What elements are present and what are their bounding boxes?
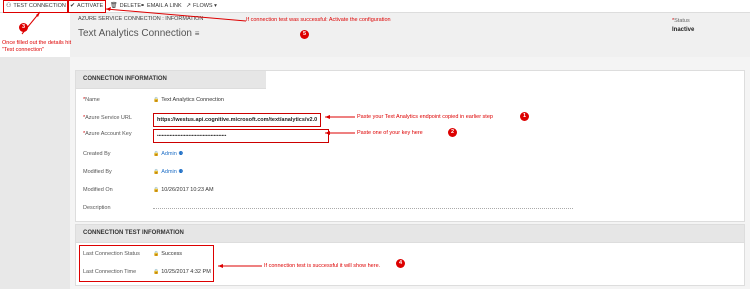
step-badge-2: 2 bbox=[448, 128, 457, 137]
annotation-arrows bbox=[21, 7, 355, 268]
note-4: If connection test is successful it will… bbox=[264, 263, 381, 269]
note-3: Once filled out the details hit "Test co… bbox=[2, 40, 72, 53]
arrow-1-head bbox=[325, 115, 330, 119]
note-5: If connection test was successful: Activ… bbox=[246, 17, 391, 23]
arrow-2-head bbox=[325, 131, 330, 135]
arrow-4-head bbox=[218, 264, 223, 268]
step-badge-1: 1 bbox=[520, 112, 529, 121]
arrow-5-head bbox=[106, 7, 111, 11]
step-badge-5: 5 bbox=[300, 30, 309, 39]
note-1: Paste your Text Analytics endpoint copie… bbox=[357, 114, 493, 120]
step-badge-3: 3 bbox=[19, 23, 28, 32]
arrow-5 bbox=[105, 8, 247, 22]
step-badge-4: 4 bbox=[396, 259, 405, 268]
note-2: Paste one of your key here bbox=[357, 130, 423, 136]
